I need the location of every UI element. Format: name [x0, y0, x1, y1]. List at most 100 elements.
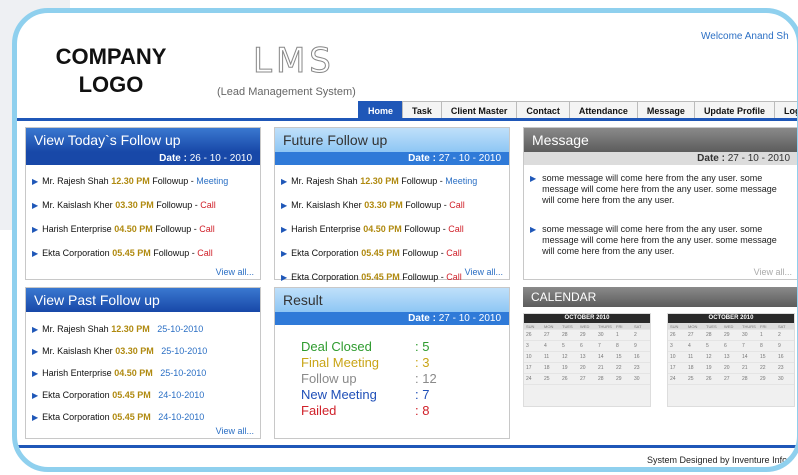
calendar-day[interactable]: 16	[776, 352, 794, 363]
calendar-day[interactable]: 26	[704, 374, 722, 385]
nav-tab-home[interactable]: Home	[358, 101, 404, 119]
calendar-day[interactable]: 8	[758, 341, 776, 352]
followup-row[interactable]: ▶ Mr. Rajesh Shah 12.30 PM Followup - Mee…	[275, 169, 509, 193]
calendar-day[interactable]: 13	[722, 352, 740, 363]
calendar-day[interactable]: 9	[776, 341, 794, 352]
followup-row[interactable]: ▶ Mr. Kaislash Kher 03.30 PM Followup - C…	[26, 193, 260, 217]
calendar-day[interactable]: 10	[668, 352, 686, 363]
calendar-day[interactable]: 6	[722, 341, 740, 352]
calendar-day[interactable]: 1	[758, 330, 776, 341]
followup-action[interactable]: Call	[448, 224, 464, 234]
followup-action[interactable]: Call	[200, 200, 216, 210]
calendar-day[interactable]: 26	[560, 374, 578, 385]
past-followup-row[interactable]: ▶ Ekta Corporation 05.45 PM 24-10-2010	[26, 384, 260, 406]
nav-tab-client-master[interactable]: Client Master	[440, 101, 518, 119]
calendar-day[interactable]: 14	[740, 352, 758, 363]
calendar-day[interactable]: 30	[776, 374, 794, 385]
past-followup-row[interactable]: ▶ Mr. Rajesh Shah 12.30 PM 25-10-2010	[26, 318, 260, 340]
calendar-day[interactable]: 29	[722, 330, 740, 341]
calendar-day[interactable]: 11	[686, 352, 704, 363]
calendar-day[interactable]: 30	[596, 330, 614, 341]
calendar-day[interactable]: 4	[542, 341, 560, 352]
calendar-day[interactable]: 15	[614, 352, 632, 363]
followup-row[interactable]: ▶ Ekta Corporation 05.45 PM Followup - Ca…	[275, 241, 509, 265]
followup-action[interactable]: Meeting	[445, 176, 477, 186]
calendar-day[interactable]: 7	[740, 341, 758, 352]
calendar-day[interactable]: 28	[704, 330, 722, 341]
calendar-day[interactable]: 12	[560, 352, 578, 363]
calendar-day[interactable]: 1	[614, 330, 632, 341]
followup-action[interactable]: Call	[446, 248, 462, 258]
nav-tab-update-profile[interactable]: Update Profile	[693, 101, 775, 119]
calendar-day[interactable]: 20	[578, 363, 596, 374]
calendar-day[interactable]: 8	[614, 341, 632, 352]
followup-action[interactable]: Meeting	[196, 176, 228, 186]
message-item[interactable]: ▶ some message will come here from the an…	[524, 224, 797, 257]
followup-action[interactable]: Call	[446, 272, 462, 282]
calendar-day[interactable]: 28	[740, 374, 758, 385]
calendar-day[interactable]: 29	[578, 330, 596, 341]
calendar-day[interactable]: 23	[776, 363, 794, 374]
nav-tab-contact[interactable]: Contact	[516, 101, 570, 119]
calendar-day[interactable]: 28	[560, 330, 578, 341]
calendar-day[interactable]: 18	[686, 363, 704, 374]
calendar-day[interactable]: 24	[668, 374, 686, 385]
followup-row[interactable]: ▶ Ekta Corporation 05.45 PM Followup - Ca…	[26, 241, 260, 265]
calendar-day[interactable]: 3	[524, 341, 542, 352]
calendar-day[interactable]: 2	[632, 330, 650, 341]
view-all-link[interactable]: View all...	[754, 267, 792, 277]
view-all-link[interactable]: View all...	[465, 267, 503, 277]
calendar-day[interactable]: 7	[596, 341, 614, 352]
calendar-day[interactable]: 19	[704, 363, 722, 374]
calendar-day[interactable]: 17	[668, 363, 686, 374]
followup-action[interactable]: Call	[449, 200, 465, 210]
calendar-day[interactable]: 9	[632, 341, 650, 352]
followup-row[interactable]: ▶ Harish Enterprise 04.50 PM Followup - C…	[26, 217, 260, 241]
calendar-day[interactable]: 10	[524, 352, 542, 363]
calendar-day[interactable]: 2	[776, 330, 794, 341]
past-followup-row[interactable]: ▶ Harish Enterprise 04.50 PM 25-10-2010	[26, 362, 260, 384]
calendar-day[interactable]: 27	[686, 330, 704, 341]
calendar-day[interactable]: 20	[722, 363, 740, 374]
calendar-day[interactable]: 30	[632, 374, 650, 385]
calendar-day[interactable]: 22	[614, 363, 632, 374]
welcome-user-link[interactable]: Welcome Anand Sh	[701, 31, 789, 42]
view-all-link[interactable]: View all...	[216, 426, 254, 436]
calendar-day[interactable]: 21	[596, 363, 614, 374]
calendar-day[interactable]: 26	[524, 330, 542, 341]
calendar-day[interactable]: 25	[686, 374, 704, 385]
followup-row[interactable]: ▶ Mr. Rajesh Shah 12.30 PM Followup - Mee…	[26, 169, 260, 193]
nav-tab-logout[interactable]: Logout	[773, 101, 797, 119]
calendar-day[interactable]: 27	[542, 330, 560, 341]
calendar-day[interactable]: 25	[542, 374, 560, 385]
calendar-day[interactable]: 13	[578, 352, 596, 363]
message-item[interactable]: ▶ some message will come here from the an…	[524, 173, 797, 206]
calendar-day[interactable]: 29	[614, 374, 632, 385]
calendar-day[interactable]: 5	[560, 341, 578, 352]
calendar-day[interactable]: 22	[758, 363, 776, 374]
calendar-day[interactable]: 27	[722, 374, 740, 385]
calendar-day[interactable]: 17	[524, 363, 542, 374]
calendar-day[interactable]: 3	[668, 341, 686, 352]
calendar-day[interactable]: 30	[740, 330, 758, 341]
past-followup-row[interactable]: ▶ Mr. Kaislash Kher 03.30 PM 25-10-2010	[26, 340, 260, 362]
view-all-link[interactable]: View all...	[216, 267, 254, 277]
calendar-day[interactable]: 23	[632, 363, 650, 374]
calendar-day[interactable]: 29	[758, 374, 776, 385]
calendar-day[interactable]: 4	[686, 341, 704, 352]
past-followup-row[interactable]: ▶ Ekta Corporation 05.45 PM 24-10-2010	[26, 406, 260, 428]
followup-action[interactable]: Call	[199, 224, 215, 234]
calendar-day[interactable]: 21	[740, 363, 758, 374]
nav-tab-message[interactable]: Message	[636, 101, 695, 119]
calendar-day[interactable]: 12	[704, 352, 722, 363]
calendar-day[interactable]: 26	[668, 330, 686, 341]
calendar-day[interactable]: 19	[560, 363, 578, 374]
calendar-day[interactable]: 24	[524, 374, 542, 385]
followup-row[interactable]: ▶ Harish Enterprise 04.50 PM Followup - C…	[275, 217, 509, 241]
calendar-day[interactable]: 14	[596, 352, 614, 363]
followup-row[interactable]: ▶ Mr. Kaislash Kher 03.30 PM Followup - C…	[275, 193, 509, 217]
calendar-day[interactable]: 15	[758, 352, 776, 363]
calendar-day[interactable]: 5	[704, 341, 722, 352]
calendar-day[interactable]: 11	[542, 352, 560, 363]
calendar-day[interactable]: 6	[578, 341, 596, 352]
